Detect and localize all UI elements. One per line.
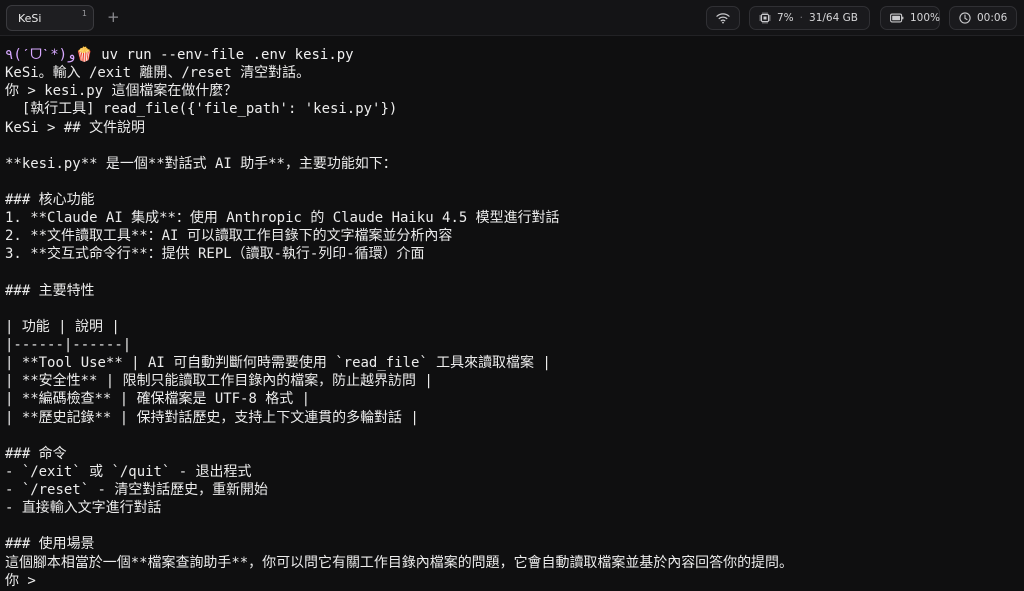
terminal-line: **kesi.py** 是一個**對話式 AI 助手**，主要功能如下： xyxy=(5,155,397,172)
clock-icon xyxy=(959,12,971,24)
terminal-line: 2. **文件讀取工具**：AI 可以讀取工作目錄下的文字檔案並分析內容 xyxy=(5,228,453,245)
terminal-line: ### 使用場景 xyxy=(5,536,95,553)
title-bar: KeSi 1 + 7% · 31/64 GB 100% 00:06 xyxy=(0,0,1024,36)
terminal-line: | **歷史記錄** | 保持對話歷史，支持上下文連貫的多輪對話 | xyxy=(5,409,419,426)
battery-status[interactable]: 100% xyxy=(880,6,940,30)
terminal-line: 3. **交互式命令行**：提供 REPL（讀取-執行-列印-循環）介面 xyxy=(5,246,425,263)
wifi-icon xyxy=(716,12,730,24)
terminal-line: | **安全性** | 限制只能讀取工作目錄內的檔案，防止越界訪問 | xyxy=(5,373,433,390)
terminal-line: ### 命令 xyxy=(5,445,67,462)
input-prompt-line[interactable]: 你 > xyxy=(5,572,1019,590)
terminal-output[interactable]: ٩(ˊᗜˋ*)و🍿 uv run --env-file .env kesi.py… xyxy=(5,46,1019,590)
new-tab-button[interactable]: + xyxy=(107,8,120,26)
tab-index: 1 xyxy=(81,9,87,18)
terminal-line: [執行工具] read_file({'file_path': 'kesi.py'… xyxy=(5,101,398,118)
terminal-line: | **編碼檢查** | 確保檔案是 UTF-8 格式 | xyxy=(5,391,311,408)
battery-icon xyxy=(890,13,904,23)
terminal-line: KeSi。輸入 /exit 離開、/reset 清空對話。 xyxy=(5,65,311,82)
terminal-line: - `/reset` - 清空對話歷史，重新開始 xyxy=(5,482,268,498)
terminal-line: | **Tool Use** | AI 可自動判斷何時需要使用 `read_fi… xyxy=(5,355,551,372)
cpu-usage: 7% xyxy=(777,12,794,24)
battery-level: 100% xyxy=(910,12,941,24)
separator: · xyxy=(799,12,804,24)
terminal-line: | 功能 | 說明 | xyxy=(5,318,120,335)
terminal-line: - `/exit` 或 `/quit` - 退出程式 xyxy=(5,463,252,480)
tab-title: KeSi xyxy=(18,12,42,25)
command-line: ٩(ˊᗜˋ*)و🍿 uv run --env-file .env kesi.py xyxy=(5,46,1019,64)
clock-time: 00:06 xyxy=(977,12,1008,24)
terminal-line: ### 主要特性 xyxy=(5,282,95,299)
terminal-line: 你 > kesi.py 這個檔案在做什麼？ xyxy=(5,83,238,100)
clock-status[interactable]: 00:06 xyxy=(949,6,1017,30)
wifi-status[interactable] xyxy=(706,6,740,30)
terminal-line: KeSi > ## 文件說明 xyxy=(5,119,145,136)
memory-status[interactable]: 7% · 31/64 GB xyxy=(749,6,870,30)
terminal-line: ### 核心功能 xyxy=(5,192,95,208)
terminal-line: 這個腳本相當於一個**檔案查詢助手**，你可以問它有關工作目錄內檔案的問題，它會… xyxy=(5,554,793,571)
terminal-line: 1. **Claude AI 集成**：使用 Anthropic 的 Claud… xyxy=(5,210,560,227)
terminal-line: - 直接輸入文字進行對話 xyxy=(5,500,162,517)
terminal-line: |------|------| xyxy=(5,337,132,353)
shell-command: uv run --env-file .env kesi.py xyxy=(92,47,354,63)
memory-usage: 31/64 GB xyxy=(809,12,858,24)
terminal-tab[interactable]: KeSi 1 xyxy=(6,5,94,31)
shell-prompt: ٩(ˊᗜˋ*)و🍿 xyxy=(5,47,93,63)
memory-chip-icon xyxy=(759,12,771,24)
